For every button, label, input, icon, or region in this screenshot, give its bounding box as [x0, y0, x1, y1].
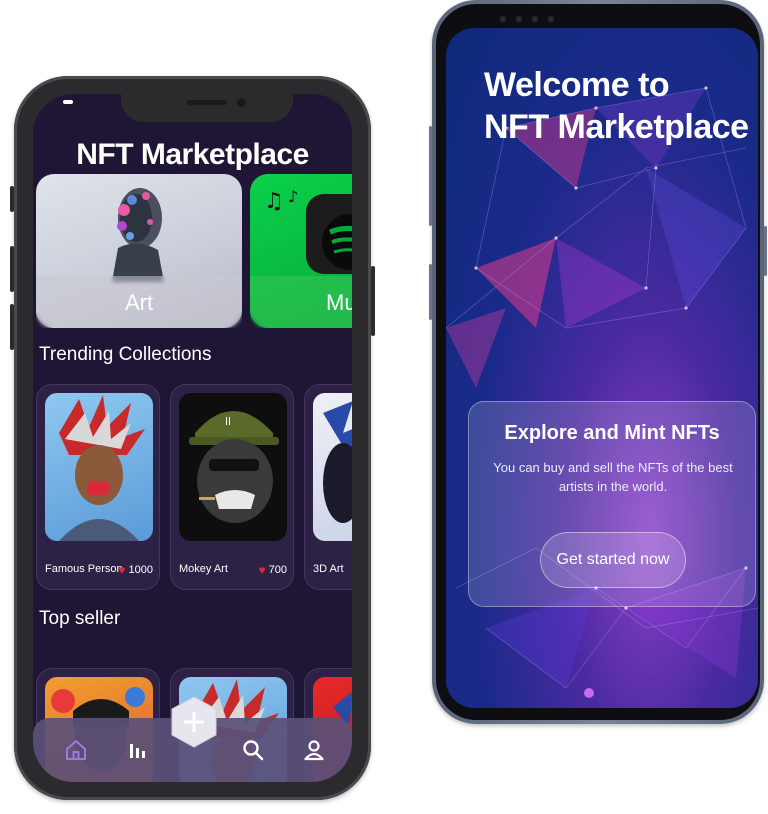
front-sensors — [500, 16, 560, 22]
collection-name: 3D Art — [313, 563, 344, 575]
mute-switch — [10, 186, 14, 212]
likes-count: 700 — [268, 564, 287, 576]
heart-icon[interactable]: ♥ — [118, 563, 125, 577]
home-icon[interactable] — [64, 738, 88, 762]
svg-text:ll: ll — [225, 415, 231, 428]
left-phone-frame: NFT Marketplace Art ♫ ♪ Mu Trending Coll… — [10, 76, 375, 800]
app-title: NFT Marketplace — [76, 138, 309, 171]
svg-text:♫: ♫ — [264, 189, 284, 214]
left-phone-screen: NFT Marketplace Art ♫ ♪ Mu Trending Coll… — [33, 94, 352, 782]
intro-card: Explore and Mint NFTs You can buy and se… — [468, 401, 756, 607]
category-card-music[interactable]: ♫ ♪ Mu — [250, 174, 352, 328]
collection-card[interactable]: 3D Art — [304, 384, 352, 590]
page-indicator-dot — [584, 688, 594, 698]
volume-up-button — [10, 246, 14, 292]
bar-chart-icon[interactable] — [126, 738, 150, 762]
add-nft-button[interactable] — [171, 696, 217, 748]
collection-likes: ♥ 1000 — [118, 563, 153, 577]
card-description: You can buy and sell the NFTs of the bes… — [493, 460, 733, 494]
collection-thumbnail: ll — [179, 393, 287, 541]
search-icon[interactable] — [241, 738, 265, 762]
collection-thumbnail — [313, 393, 352, 541]
art-figure-image — [112, 188, 164, 282]
card-heading: Explore and Mint NFTs — [504, 422, 720, 444]
welcome-line-2: NFT Marketplace — [484, 108, 749, 146]
collection-name: Mokey Art — [179, 563, 228, 575]
collection-likes: ♥ 700 — [259, 563, 287, 577]
category-label: Art — [124, 290, 154, 315]
right-phone-screen: Welcome to NFT Marketplace Explore and M… — [446, 28, 758, 708]
power-button — [764, 226, 767, 276]
status-indicator — [63, 100, 73, 104]
collection-thumbnail — [45, 393, 153, 541]
collection-card[interactable]: Famous Person ♥ 1000 — [36, 384, 160, 590]
get-started-button[interactable]: Get started now — [540, 532, 686, 588]
power-button — [371, 266, 375, 336]
notch — [121, 94, 293, 122]
heart-icon[interactable]: ♥ — [259, 563, 266, 577]
category-label: Mu — [326, 290, 352, 315]
top-seller-title: Top seller — [39, 608, 121, 629]
music-figure-image: ♫ ♪ — [264, 187, 352, 274]
volume-button — [429, 126, 432, 226]
assistant-button — [429, 264, 432, 320]
trending-collections-title: Trending Collections — [39, 344, 212, 365]
welcome-line-1: Welcome to — [484, 66, 670, 104]
user-icon[interactable] — [302, 738, 326, 762]
likes-count: 1000 — [128, 564, 153, 576]
collection-card[interactable]: ll Mokey Art ♥ 700 — [170, 384, 294, 590]
welcome-heading: Welcome to NFT Marketplace — [484, 64, 749, 148]
volume-down-button — [10, 304, 14, 350]
collection-name: Famous Person — [45, 563, 123, 575]
svg-text:♪: ♪ — [288, 187, 298, 206]
right-phone-frame: Welcome to NFT Marketplace Explore and M… — [429, 0, 767, 724]
category-card-art[interactable]: Art — [36, 174, 242, 328]
